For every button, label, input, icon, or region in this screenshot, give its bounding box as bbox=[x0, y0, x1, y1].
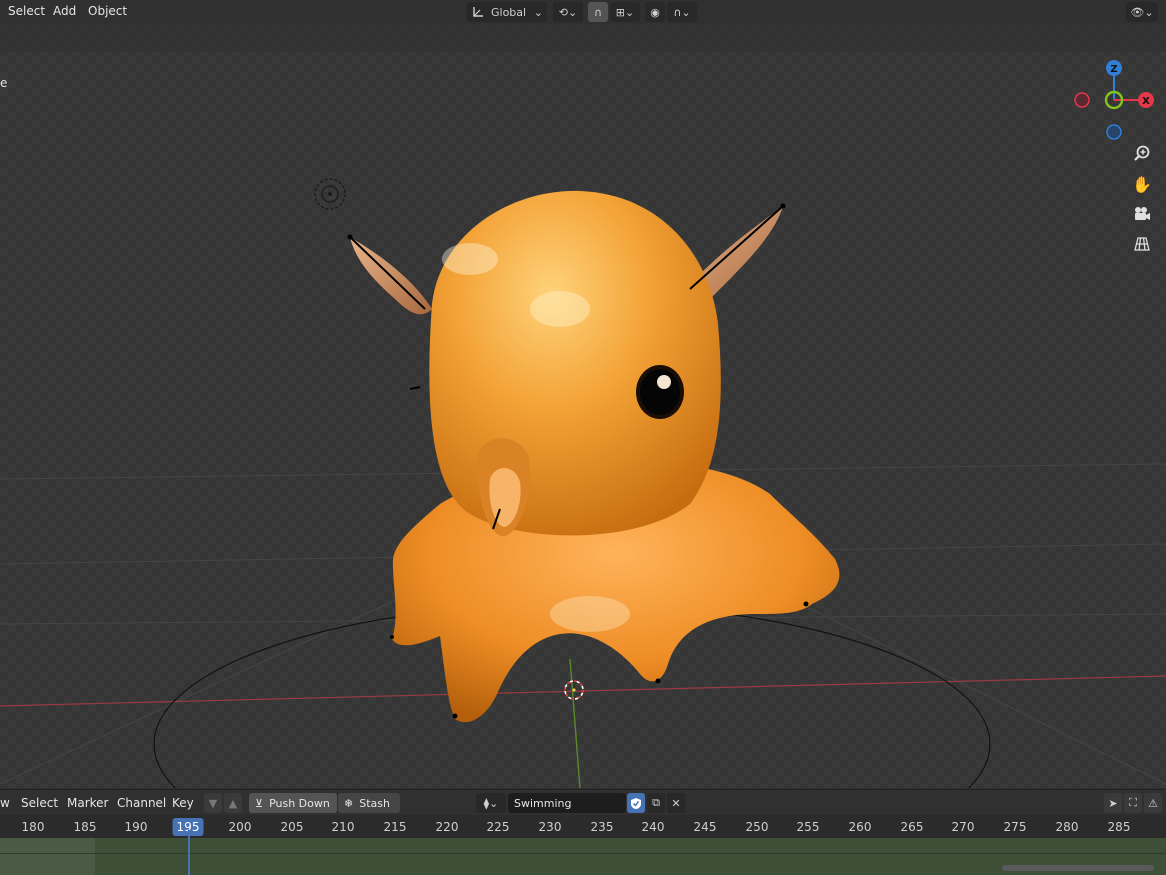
snap-toggle[interactable]: ∩ bbox=[588, 2, 608, 22]
visibility-dropdown[interactable]: 👁 ⌄ bbox=[1126, 2, 1158, 22]
playhead-line[interactable] bbox=[188, 838, 190, 875]
menu-select[interactable]: Select bbox=[8, 4, 45, 18]
chevron-down-icon: ⌄ bbox=[568, 5, 578, 19]
frame-tick: 265 bbox=[900, 820, 924, 834]
only-errors-toggle[interactable]: ⚠ bbox=[1144, 793, 1162, 813]
unlink-action-button[interactable]: ✕ bbox=[667, 793, 685, 813]
preview-range-shade bbox=[0, 838, 95, 875]
move-up-button[interactable]: ▲ bbox=[224, 793, 242, 813]
3d-cursor[interactable] bbox=[564, 680, 584, 700]
triangle-up-icon: ▲ bbox=[228, 796, 238, 810]
frame-tick: 210 bbox=[331, 820, 355, 834]
action-name-text: Swimming bbox=[514, 796, 572, 810]
horizontal-scrollbar[interactable] bbox=[1002, 865, 1154, 871]
new-action-button[interactable]: ⧉ bbox=[647, 793, 665, 813]
frame-tick: 200 bbox=[228, 820, 252, 834]
frame-tick: 280 bbox=[1055, 820, 1079, 834]
frame-tick: 235 bbox=[590, 820, 614, 834]
gizmo-z-label: Z bbox=[1110, 64, 1117, 75]
frame-tick: 180 bbox=[21, 820, 45, 834]
fake-user-toggle[interactable] bbox=[627, 793, 645, 813]
frame-tick: 215 bbox=[383, 820, 407, 834]
y-axis-line bbox=[569, 658, 581, 788]
frame-tick: 255 bbox=[796, 820, 820, 834]
frame-ruler[interactable]: 180 185 190 195 200 205 210 215 220 225 … bbox=[0, 815, 1166, 838]
stash-label: Stash bbox=[359, 796, 390, 810]
falloff-dropdown[interactable]: ∩ ⌄ bbox=[667, 2, 697, 22]
3d-viewport[interactable]: e Z X ✋ bbox=[0, 24, 1166, 788]
action-browse-dropdown[interactable]: ⧫ ⌄ bbox=[476, 793, 506, 813]
chevron-down-icon: ⌄ bbox=[533, 5, 543, 19]
frame-tick: 230 bbox=[538, 820, 562, 834]
frame-tick: 240 bbox=[641, 820, 665, 834]
menu-object[interactable]: Object bbox=[88, 4, 127, 18]
chevron-down-icon: ⌄ bbox=[489, 796, 499, 810]
frame-tick: 270 bbox=[951, 820, 975, 834]
timeline-header: w Select Marker Channel Key ▼ ▲ ⊻ Push D… bbox=[0, 789, 1166, 816]
show-hidden-toggle[interactable]: ⛶ bbox=[1124, 793, 1142, 813]
select-box-icon: ⛶ bbox=[1129, 796, 1137, 809]
frame-tick: 185 bbox=[73, 820, 97, 834]
frame-tick: 275 bbox=[1003, 820, 1027, 834]
chevron-down-icon: ⌄ bbox=[681, 5, 691, 19]
proportional-edit-toggle[interactable]: ◉ bbox=[645, 2, 665, 22]
frame-tick: 220 bbox=[435, 820, 459, 834]
cursor-arrow-icon: ➤ bbox=[1108, 796, 1118, 810]
snap-grid-icon: ⊞ bbox=[615, 5, 625, 19]
pivot-point-dropdown[interactable]: ⟲ ⌄ bbox=[553, 2, 583, 22]
shield-icon bbox=[631, 797, 641, 809]
menu-channel[interactable]: Channel bbox=[117, 796, 166, 810]
magnet-icon: ∩ bbox=[593, 5, 603, 19]
action-name-field[interactable]: Swimming bbox=[508, 793, 626, 813]
scene-canvas bbox=[0, 178, 1166, 788]
zoom-icon[interactable] bbox=[1129, 141, 1155, 167]
duplicate-icon: ⧉ bbox=[652, 796, 660, 809]
triangle-down-icon: ▼ bbox=[208, 796, 218, 810]
menu-select[interactable]: Select bbox=[21, 796, 58, 810]
frame-tick: 190 bbox=[124, 820, 148, 834]
menu-view[interactable]: w bbox=[0, 796, 10, 810]
frame-tick: 225 bbox=[486, 820, 510, 834]
frame-tick: 245 bbox=[693, 820, 717, 834]
only-selected-toggle[interactable]: ➤ bbox=[1104, 793, 1122, 813]
frame-tick: 285 bbox=[1107, 820, 1131, 834]
move-down-button[interactable]: ▼ bbox=[204, 793, 222, 813]
camera-icon[interactable] bbox=[1129, 201, 1155, 227]
frame-tick: 250 bbox=[745, 820, 769, 834]
viewport-header: Select Add Object Global ⌄ ⟲ ⌄ ∩ ⊞ ⌄ ◉ ∩ ⌄ … bbox=[0, 0, 1166, 24]
warning-icon: ⚠ bbox=[1148, 796, 1158, 810]
orientation-icon bbox=[473, 7, 483, 17]
orientation-label: Global bbox=[491, 5, 527, 19]
chevron-down-icon: ⌄ bbox=[625, 5, 635, 19]
chevron-down-icon: ⌄ bbox=[1144, 5, 1154, 19]
track-divider bbox=[0, 853, 1166, 854]
pivot-icon: ⟲ bbox=[558, 5, 568, 19]
frame-tick: 205 bbox=[280, 820, 304, 834]
frame-tick: 260 bbox=[848, 820, 872, 834]
transform-orientation-dropdown[interactable]: Global ⌄ bbox=[467, 2, 547, 22]
playhead-stem bbox=[188, 830, 190, 838]
menu-add[interactable]: Add bbox=[53, 4, 76, 18]
push-down-label: Push Down bbox=[269, 796, 330, 810]
close-icon: ✕ bbox=[671, 796, 681, 810]
hand-pan-icon[interactable]: ✋ bbox=[1129, 171, 1155, 197]
menu-key[interactable]: Key bbox=[172, 796, 194, 810]
push-down-icon: ⊻ bbox=[255, 796, 264, 810]
action-track[interactable] bbox=[0, 838, 1166, 875]
menu-marker[interactable]: Marker bbox=[67, 796, 108, 810]
falloff-curve-icon: ∩ bbox=[673, 5, 682, 19]
grid-icon[interactable] bbox=[1129, 231, 1155, 257]
stash-button[interactable]: ❄ Stash bbox=[338, 793, 400, 813]
stash-icon: ❄ bbox=[344, 796, 354, 810]
proportional-edit-icon: ◉ bbox=[650, 5, 660, 19]
dumbo-octopus-model[interactable] bbox=[350, 190, 840, 723]
light-icon bbox=[314, 178, 346, 210]
gizmo-x-label: X bbox=[1142, 96, 1150, 107]
snap-target-dropdown[interactable]: ⊞ ⌄ bbox=[610, 2, 640, 22]
push-down-button[interactable]: ⊻ Push Down bbox=[249, 793, 337, 813]
eye-icon: 👁 bbox=[1130, 5, 1145, 19]
navigation-gizmo[interactable]: Z X bbox=[1068, 52, 1164, 144]
